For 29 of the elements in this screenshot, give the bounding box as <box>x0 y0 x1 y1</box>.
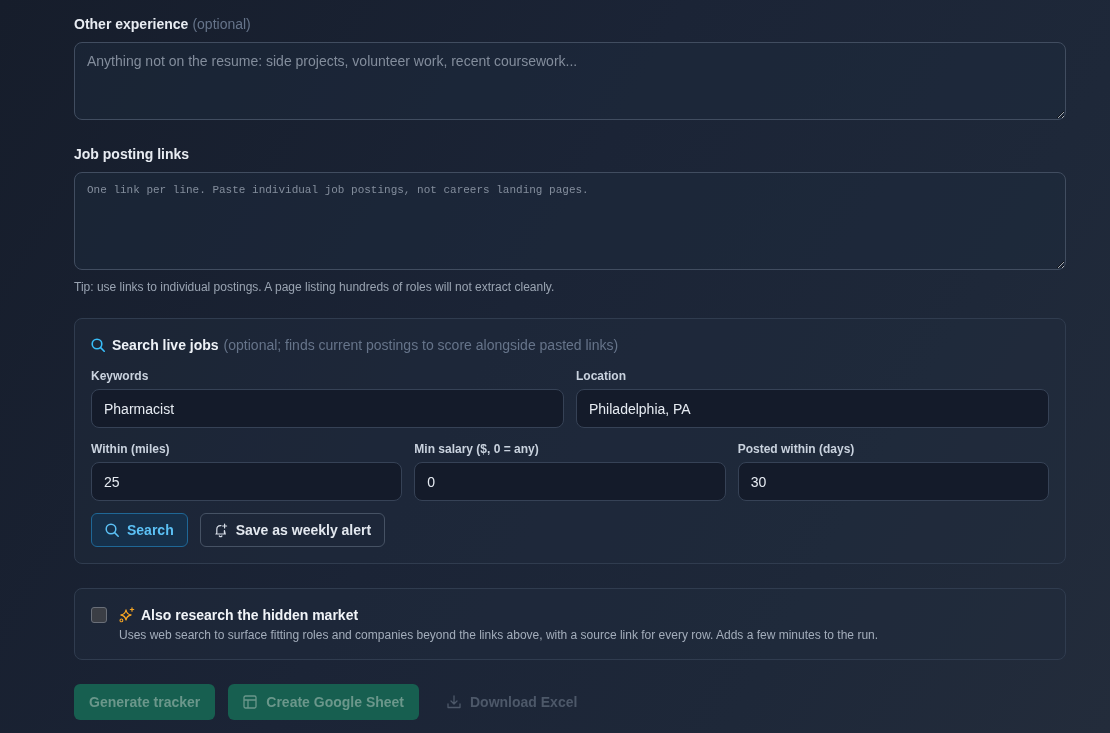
panel-note: (optional; finds current postings to score alongside pasted links) <box>223 337 619 353</box>
option-title: Also research the hidden market <box>141 607 359 623</box>
sparkle-icon <box>119 607 135 623</box>
input-field[interactable]: Pharmacist <box>91 389 564 428</box>
option-description: Uses web search to surface fitting roles and companies beyond the links above, with a source link for every row. Adds a few minutes to the run. <box>119 627 879 643</box>
table-icon <box>243 695 258 709</box>
input-field[interactable]: Philadelphia, PA <box>576 389 1049 428</box>
field-label: Job posting links <box>74 145 190 164</box>
optional-hint: (optional) <box>192 15 251 34</box>
search-icon <box>91 338 105 352</box>
input-field[interactable]: 30 <box>737 462 1049 501</box>
text-area[interactable]: One link per line. Paste individual job postings, not careers landing pages. <box>74 172 1066 270</box>
field-label: Other experience <box>74 15 189 34</box>
field-label: Min salary ($, 0 = any) <box>414 441 539 457</box>
alert-button[interactable]: Save as weekly alert <box>199 513 386 547</box>
input-field[interactable]: 25 <box>91 462 403 501</box>
field-label: Keywords <box>91 368 149 384</box>
search-icon <box>105 523 119 537</box>
tip-text: Tip: use links to individual postings. A page listing hundreds of roles will not extract cleanly. <box>74 279 556 295</box>
input-field[interactable]: 0 <box>414 462 726 501</box>
panel-title: Search live jobs <box>112 337 219 353</box>
field-label: Within (miles) <box>91 441 170 457</box>
search-button[interactable]: Search <box>91 513 188 547</box>
field-label: Location <box>576 368 626 384</box>
checkbox[interactable] <box>91 607 107 623</box>
text-area[interactable]: Anything not on the resume: side projects, volunteer work, recent coursework... <box>74 42 1066 120</box>
field-label: Posted within (days) <box>737 441 855 457</box>
bell-plus-icon <box>213 522 228 538</box>
download-icon <box>447 695 461 709</box>
